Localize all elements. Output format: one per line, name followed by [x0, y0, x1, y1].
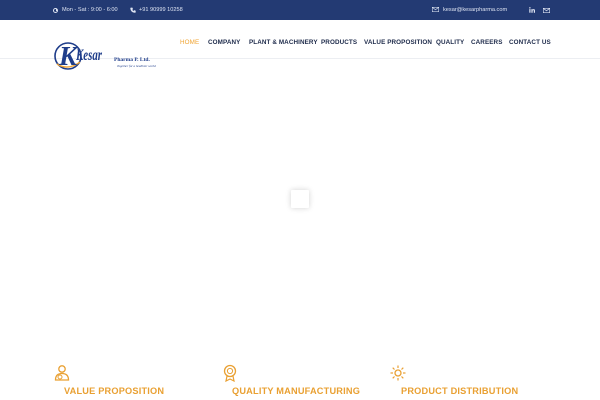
email-info[interactable]: kesar@kesarpharma.com	[432, 0, 507, 20]
phone-text: +91 90999 10258	[139, 7, 183, 13]
phone-info[interactable]: +91 90999 10258	[130, 0, 183, 20]
feature-product-distribution[interactable]: PRODUCT DISTRIBUTION	[401, 385, 518, 397]
sun-icon	[390, 364, 406, 382]
logo-wordmark: Kesar	[75, 47, 102, 64]
kesar-logo[interactable]: K Kesar Pharma P. Ltd. Together for a he…	[54, 38, 158, 74]
clock-icon	[53, 7, 58, 13]
nav-products[interactable]: PRODUCTS	[321, 38, 357, 48]
feature-quality-manufacturing[interactable]: QUALITY MANUFACTURING	[232, 385, 360, 397]
nav-contact-us[interactable]: CONTACT US	[509, 38, 551, 48]
phone-icon	[130, 7, 136, 13]
person-icon	[54, 364, 70, 382]
mail-icon	[432, 6, 439, 14]
nav-quality[interactable]: QUALITY	[436, 38, 464, 48]
hours-info: Mon - Sat : 9:00 - 6:00	[53, 0, 118, 20]
nav-value-proposition[interactable]: VALUE PROPOSITION	[364, 38, 432, 48]
envelope-icon[interactable]	[543, 0, 550, 20]
hours-text: Mon - Sat : 9:00 - 6:00	[62, 7, 118, 13]
nav-company[interactable]: COMPANY	[208, 38, 240, 48]
nav-plant-machinery[interactable]: PLANT & MACHINERY	[249, 38, 318, 48]
email-text: kesar@kesarpharma.com	[443, 7, 508, 13]
logo-tagline: Together for a healthier world	[117, 64, 156, 68]
logo-company: Pharma P. Ltd.	[114, 57, 150, 63]
loading-indicator	[291, 190, 309, 208]
nav-home[interactable]: HOME	[180, 38, 199, 48]
award-icon	[222, 364, 238, 383]
feature-value-proposition[interactable]: VALUE PROPOSITION	[64, 385, 164, 397]
nav-careers[interactable]: CAREERS	[471, 38, 503, 48]
top-bar: Mon - Sat : 9:00 - 6:00 +91 90999 10258 …	[0, 0, 600, 20]
linkedin-icon[interactable]	[529, 0, 535, 20]
